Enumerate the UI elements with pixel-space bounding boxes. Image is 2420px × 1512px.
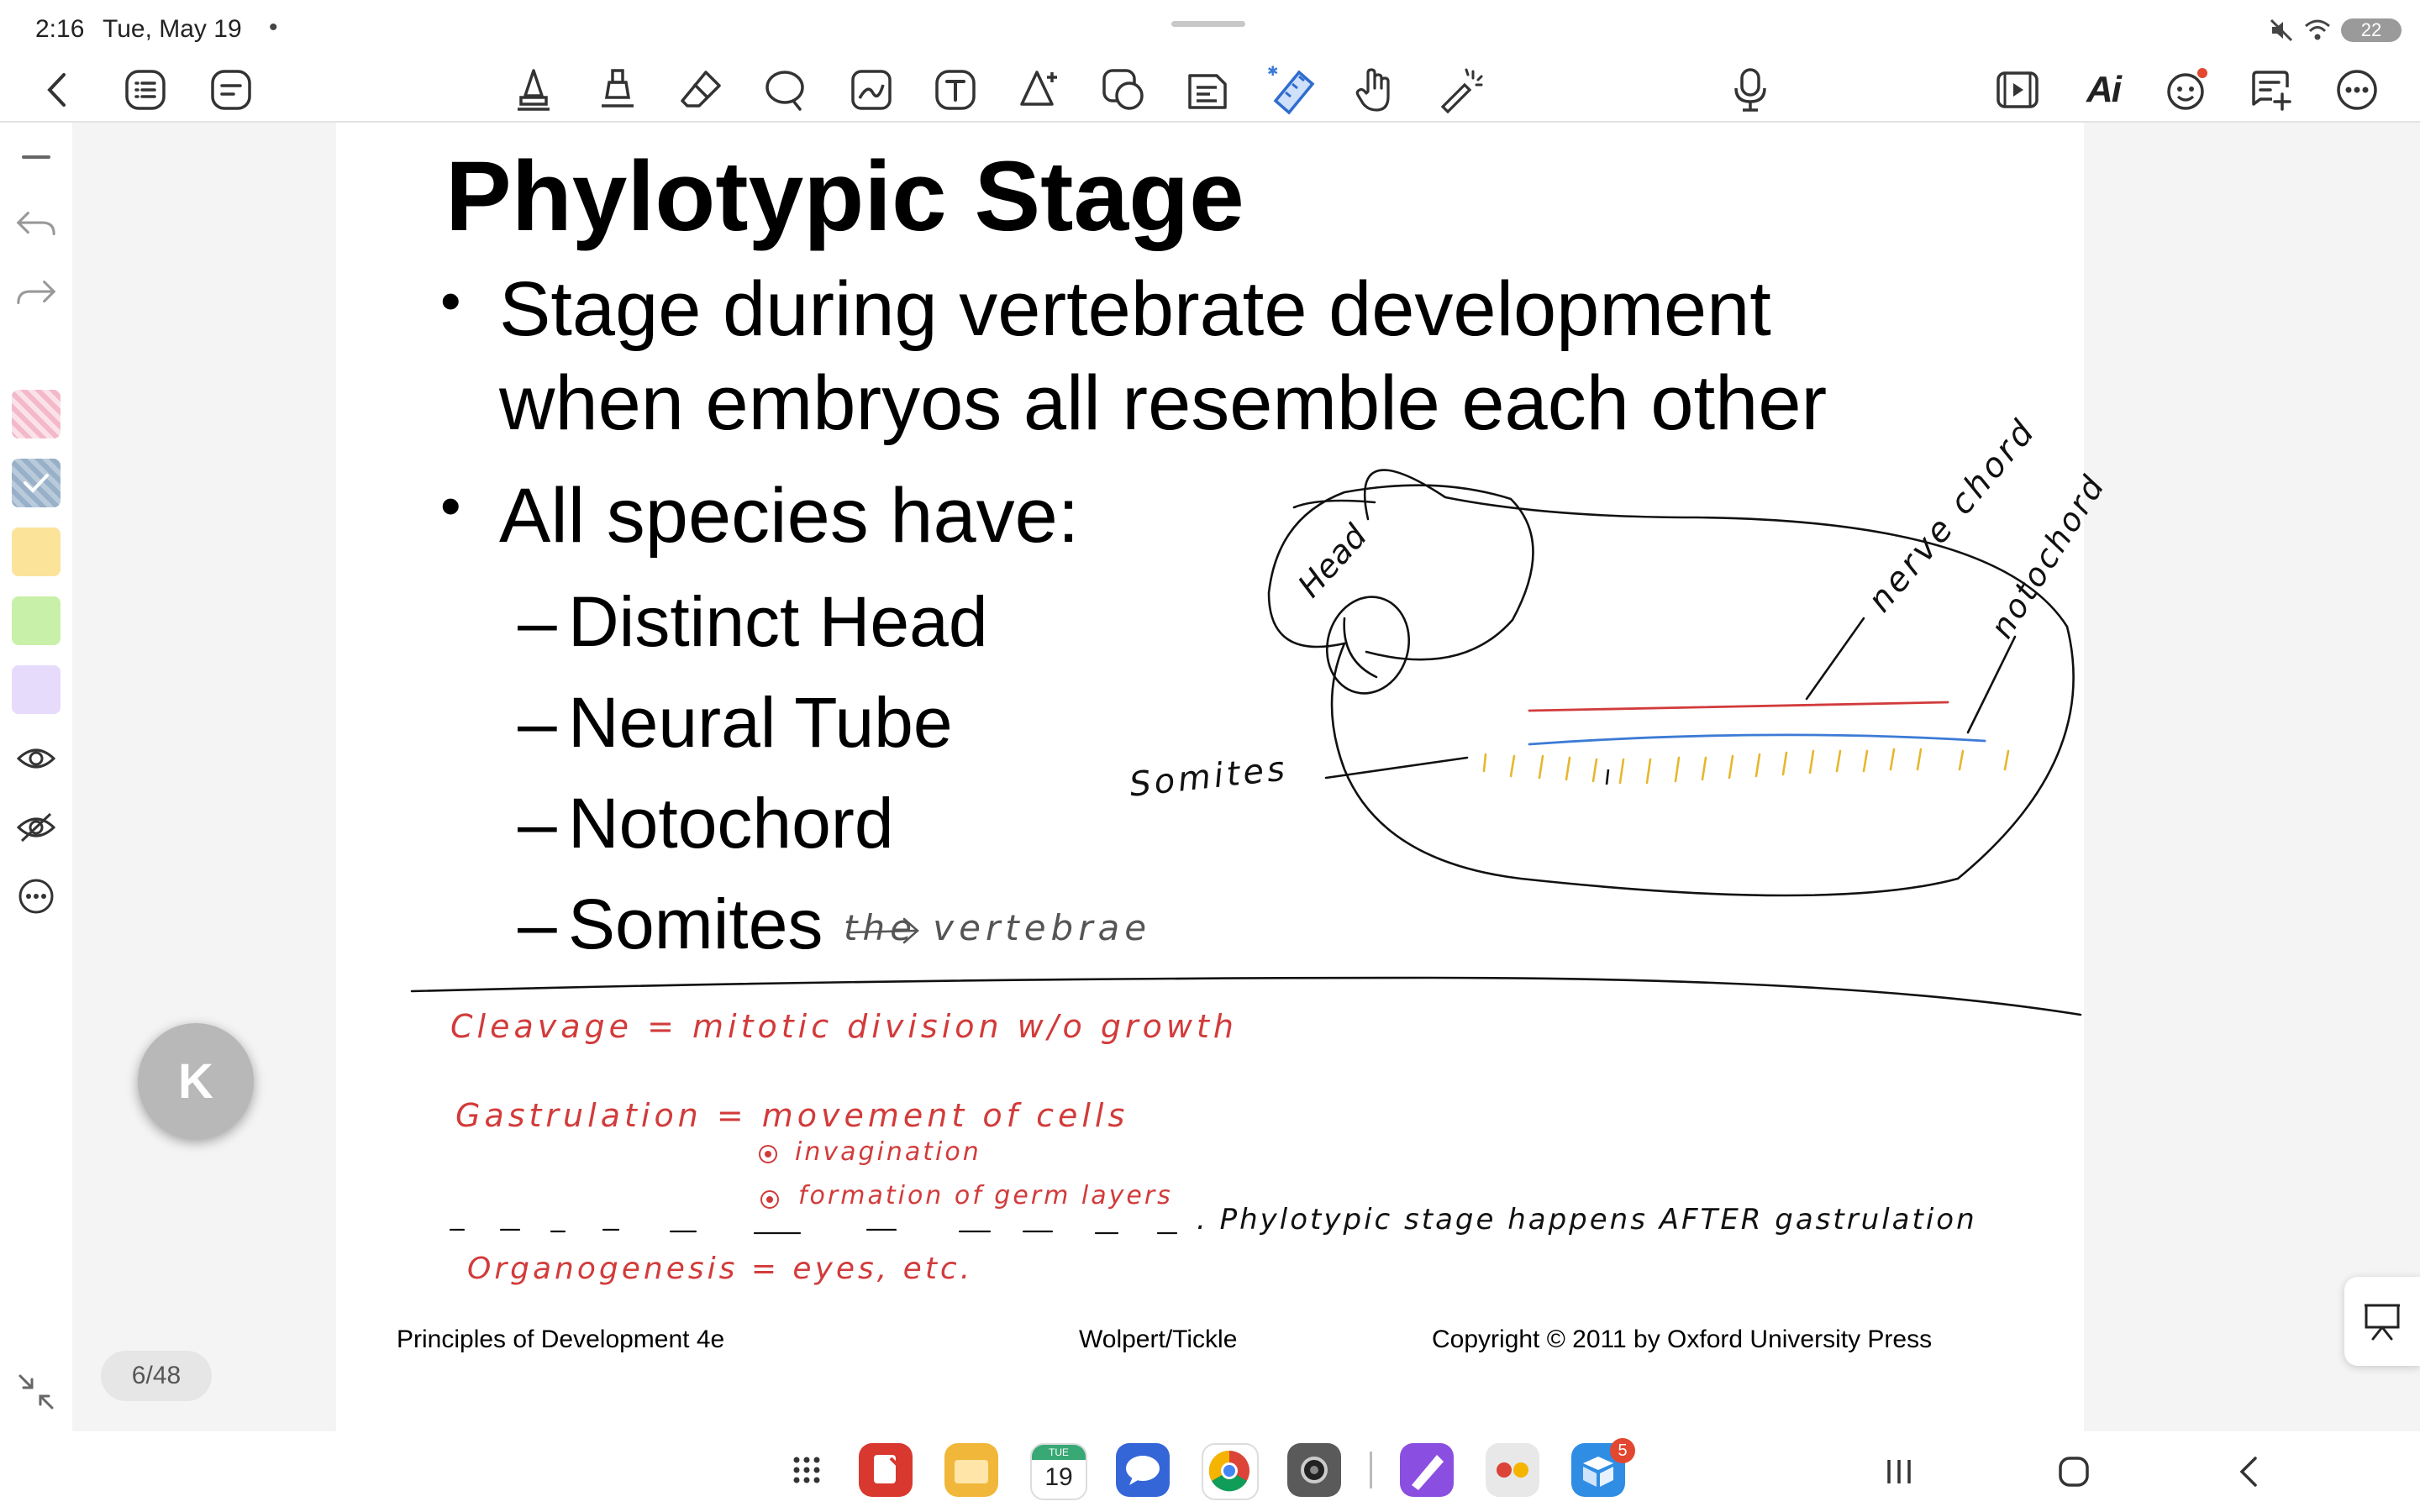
lasso-icon[interactable] (760, 64, 812, 116)
laser-icon[interactable] (1434, 64, 1486, 116)
status-date: Tue, May 19 (103, 15, 242, 43)
status-bar (0, 0, 2420, 60)
dual-app-icon[interactable] (1486, 1443, 1539, 1497)
image-icon[interactable] (845, 64, 897, 116)
wifi-icon (2304, 18, 2331, 43)
page-indicator[interactable]: 6/48 (101, 1351, 212, 1401)
organogenesis-note: Organogenesis = eyes, etc. (467, 1252, 974, 1286)
video-icon[interactable] (1991, 64, 2044, 116)
footer-center: Wolpert/Tickle (1079, 1326, 1238, 1353)
k-floating-button[interactable]: K (138, 1023, 254, 1139)
files-app-icon[interactable] (944, 1443, 998, 1497)
pen-icon[interactable] (508, 64, 560, 116)
redo-icon[interactable] (15, 272, 57, 314)
notification-badge: 5 (1610, 1438, 1635, 1463)
more-icon[interactable] (2331, 64, 2383, 116)
back-icon[interactable] (32, 64, 84, 116)
presentation-icon (2365, 1304, 2400, 1341)
presentation-button[interactable] (2344, 1277, 2420, 1366)
dock-divider (1370, 1452, 1372, 1488)
ai-label: Ai (2086, 69, 2122, 110)
textbox-icon[interactable] (1181, 64, 1234, 116)
swatch-green[interactable] (12, 596, 60, 645)
invagination-note: invagination (795, 1137, 981, 1167)
calendar-app-icon[interactable]: TUE 19 (1030, 1443, 1087, 1500)
emoji-icon[interactable] (2161, 64, 2213, 116)
eye-icon[interactable] (15, 738, 57, 780)
undo-icon[interactable] (15, 203, 57, 245)
app-drawer-icon[interactable] (790, 1453, 823, 1487)
eye-off-icon[interactable] (15, 806, 57, 848)
notes-app-icon[interactable] (859, 1443, 913, 1497)
battery-indicator: 22 (2341, 18, 2402, 42)
swatch-yellow[interactable] (12, 528, 60, 576)
sticker-icon[interactable] (1097, 64, 1150, 116)
swatch-pink[interactable] (12, 390, 60, 438)
outline-icon[interactable] (205, 64, 257, 116)
pen-app-icon[interactable] (1400, 1443, 1454, 1497)
somite-ticks (1482, 748, 2010, 785)
swatch-purple[interactable] (12, 665, 60, 714)
highlighter-icon[interactable] (592, 64, 644, 116)
shape-icon[interactable] (1013, 64, 1065, 116)
comment-icon[interactable] (2245, 64, 2297, 116)
shrink-icon[interactable] (15, 1371, 57, 1413)
chrome-app-icon[interactable] (1202, 1443, 1259, 1500)
list-icon[interactable] (119, 64, 171, 116)
ruler-icon[interactable]: ✱ (1265, 64, 1318, 116)
gastrulation-note: Gastrulation = movement of cells (455, 1097, 1129, 1134)
footer-left: Principles of Development 4e (397, 1326, 725, 1353)
notochord-line (1528, 733, 1986, 746)
left-rail (0, 123, 74, 1431)
nerve-chord-line (1528, 701, 1949, 712)
collapse-icon[interactable] (15, 136, 57, 178)
germ-layers-note: formation of germ layers (798, 1181, 1173, 1210)
more-options-icon[interactable] (15, 875, 57, 917)
home-icon[interactable] (2057, 1455, 2091, 1488)
footer-right: Copyright © 2011 by Oxford University Pr… (1432, 1326, 1933, 1353)
camera-app-icon[interactable] (1287, 1443, 1341, 1497)
hand-icon[interactable] (1349, 64, 1402, 116)
calendar-day: 19 (1044, 1463, 1073, 1491)
drag-handle[interactable] (1171, 21, 1245, 27)
recent-apps-icon[interactable] (1882, 1457, 1916, 1487)
mute-icon (2269, 18, 2294, 43)
eraser-icon[interactable] (676, 64, 728, 116)
cleavage-note: Cleavage = mitotic division w/o growth (450, 1008, 1238, 1045)
status-icons: 22 (2269, 15, 2402, 45)
nav-back-icon[interactable] (2235, 1455, 2264, 1488)
phylotypic-note: . Phylotypic stage happens AFTER gastrul… (1197, 1203, 1977, 1236)
microphone-icon[interactable] (1724, 64, 1776, 116)
ai-icon[interactable]: Ai (2077, 64, 2129, 116)
calendar-dow: TUE (1032, 1445, 1086, 1460)
messages-app-icon[interactable] (1116, 1443, 1170, 1497)
swatch-blue[interactable] (12, 459, 60, 507)
status-time: 2:16 (35, 15, 85, 43)
status-dot: • (269, 13, 278, 41)
svg-text:✱: ✱ (1267, 64, 1278, 79)
text-icon[interactable] (929, 64, 981, 116)
vertebrae-note: the vertebrae (844, 907, 1152, 948)
